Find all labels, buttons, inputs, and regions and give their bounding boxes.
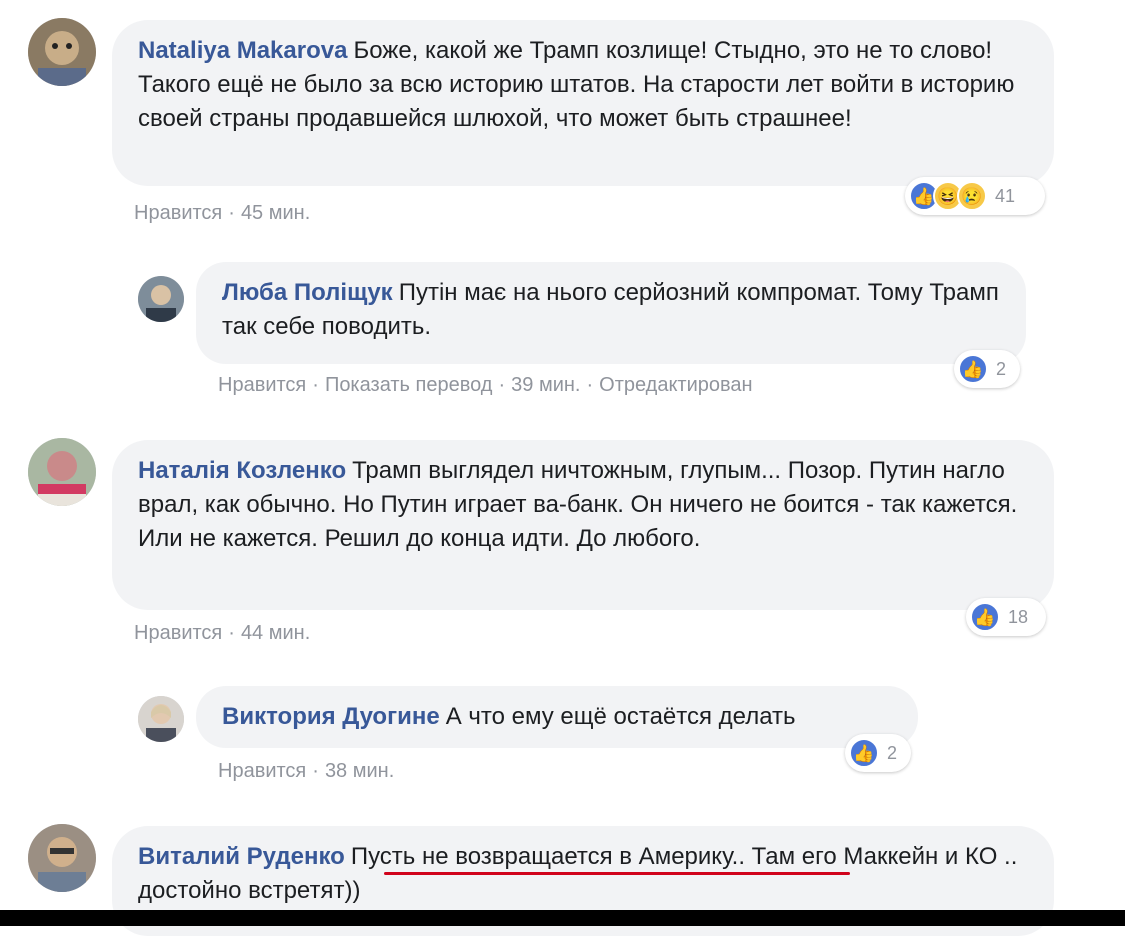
avatar[interactable]	[138, 276, 184, 322]
bottom-bar	[0, 910, 1125, 926]
comment-bubble: Люба Поліщук Путін має на нього серйозний…	[196, 262, 1026, 364]
comment-author[interactable]: Виталий Руденко	[138, 843, 345, 870]
like-icon: 👍	[970, 602, 1000, 632]
separator: ·	[228, 202, 235, 224]
like-icon: 👍	[958, 354, 988, 384]
timestamp[interactable]: 44 мин.	[241, 622, 310, 644]
comment-actions: Нравится · Показать перевод · 39 мин. · Отреда…	[218, 374, 753, 397]
reaction-count: 41	[995, 185, 1016, 206]
avatar[interactable]	[28, 824, 96, 892]
sad-icon: 😢	[957, 181, 987, 211]
comment-author[interactable]: Nataliya Makarova	[138, 37, 347, 64]
reactions-summary[interactable]: 👍 18	[966, 598, 1046, 636]
reaction-count: 18	[1008, 606, 1029, 627]
comment-actions: Нравится · 45 мин.	[134, 202, 310, 225]
avatar[interactable]	[28, 18, 96, 86]
reactions-summary[interactable]: 👍 2	[845, 734, 911, 772]
comment-text-highlighted: Пусть не возвращается в Америку..	[350, 843, 745, 870]
separator: ·	[498, 374, 506, 396]
reaction-count: 2	[887, 742, 898, 763]
edited-label[interactable]: Отредактирован	[599, 374, 752, 396]
comment-bubble: Nataliya Makarova Боже, какой же Трамп ко…	[112, 20, 1054, 186]
comment-actions: Нравится · 44 мин.	[134, 622, 310, 645]
translate-link[interactable]: Показать перевод	[325, 374, 493, 396]
comment-actions: Нравится · 38 мин.	[218, 760, 394, 783]
timestamp[interactable]: 38 мин.	[325, 760, 394, 782]
red-underline	[384, 872, 850, 875]
comment-bubble: Виктория Дуогине А что ему ещё остаётся д…	[196, 686, 918, 748]
comment-bubble: Наталія Козленко Трамп выглядел ничтожным…	[112, 440, 1054, 610]
avatar[interactable]	[28, 438, 96, 506]
avatar[interactable]	[138, 696, 184, 742]
like-link[interactable]: Нравится	[134, 202, 222, 224]
reactions-summary[interactable]: 👍 😆 😢 41	[905, 177, 1045, 215]
like-link[interactable]: Нравится	[218, 760, 306, 782]
like-link[interactable]: Нравится	[218, 374, 306, 396]
timestamp[interactable]: 45 мин.	[241, 202, 310, 224]
separator: ·	[312, 760, 319, 782]
reactions-summary[interactable]: 👍 2	[954, 350, 1020, 388]
comment-text: А что ему ещё остаётся делать	[445, 703, 796, 730]
separator: ·	[312, 374, 319, 396]
like-link[interactable]: Нравится	[134, 622, 222, 644]
reaction-count: 2	[996, 358, 1007, 379]
timestamp[interactable]: 39 мин.	[511, 374, 580, 396]
comment-author[interactable]: Люба Поліщук	[222, 279, 393, 306]
separator: ·	[586, 374, 594, 396]
comment-author[interactable]: Наталія Козленко	[138, 457, 346, 484]
like-icon: 👍	[849, 738, 879, 768]
comment-author[interactable]: Виктория Дуогине	[222, 703, 440, 730]
separator: ·	[228, 622, 235, 644]
